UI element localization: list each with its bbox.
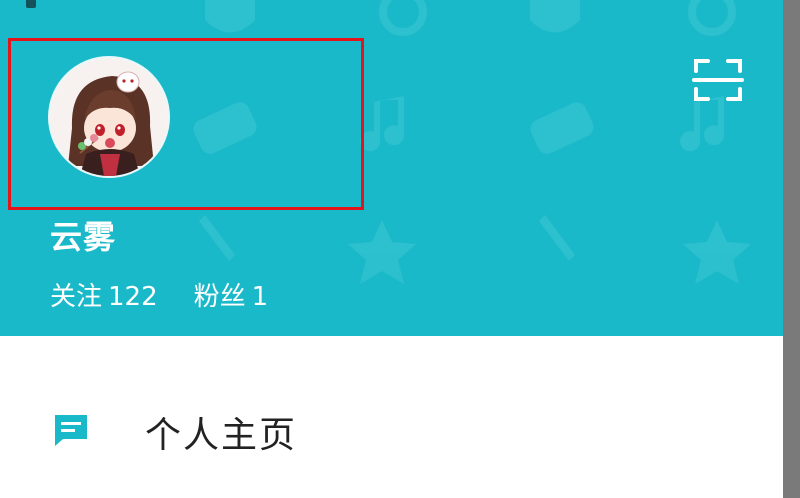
message-square-icon	[55, 415, 87, 446]
followers-value: 1	[251, 282, 269, 312]
menu-item-label: 个人主页	[145, 415, 298, 456]
following-label: 关注	[50, 282, 103, 312]
avatar-highlight-box	[8, 38, 364, 210]
followers-label: 粉丝	[193, 282, 246, 312]
username: 云雾	[50, 218, 117, 256]
following-value: 122	[108, 282, 158, 312]
following-count[interactable]: 关注 122	[50, 276, 158, 313]
scan-icon	[692, 59, 744, 101]
status-bar-indicator	[26, 0, 36, 8]
profile-header: 云雾 关注 122 粉丝 1	[0, 0, 783, 336]
follow-stats: 关注 122 粉丝 1	[50, 276, 268, 313]
navigation-drawer: 云雾 关注 122 粉丝 1 个人主页	[0, 0, 783, 498]
scan-button[interactable]	[692, 55, 744, 105]
menu-item-profile[interactable]: 个人主页	[0, 380, 783, 480]
followers-count[interactable]: 粉丝 1	[194, 276, 269, 313]
